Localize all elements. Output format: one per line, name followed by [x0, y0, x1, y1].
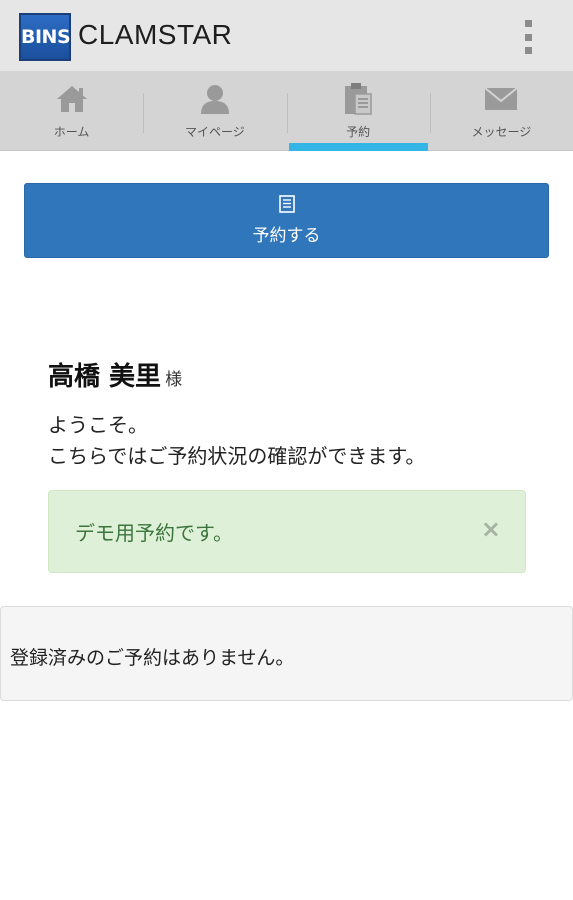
- honorific: 様: [165, 370, 183, 390]
- close-icon[interactable]: ×: [481, 515, 501, 543]
- welcome-line-1: ようこそ。: [48, 413, 148, 437]
- demo-alert: デモ用予約です。 ×: [48, 490, 526, 573]
- demo-alert-message: デモ用予約です。: [75, 521, 233, 545]
- clipboard-icon: [338, 81, 378, 117]
- tab-messages[interactable]: メッセージ: [429, 71, 573, 151]
- tab-bar: ホーム マイページ 予約 メッセージ: [0, 71, 573, 151]
- tab-mypage[interactable]: マイページ: [143, 71, 286, 151]
- welcome-line-2: こちらではご予約状況の確認ができます。: [48, 444, 426, 468]
- person-icon: [195, 81, 235, 117]
- reservations-panel: 登録済みのご予約はありません。: [0, 606, 573, 701]
- overflow-menu-icon[interactable]: [516, 18, 540, 56]
- user-name: 高橋 美里: [48, 362, 162, 392]
- app-bar: BINS CLAMSTAR: [0, 0, 573, 71]
- tab-messages-label: メッセージ: [471, 125, 532, 139]
- book-button[interactable]: 予約する: [24, 183, 549, 258]
- user-name-heading: 高橋 美里様: [48, 356, 182, 393]
- book-button-label: 予約する: [252, 226, 321, 246]
- app-title: CLAMSTAR: [78, 19, 233, 50]
- list-icon: [278, 195, 296, 217]
- home-icon: [52, 81, 92, 117]
- no-reservations-message: 登録済みのご予約はありません。: [10, 647, 295, 669]
- tab-home-label: ホーム: [53, 125, 90, 139]
- welcome-text: ようこそ。 こちらではご予約状況の確認ができます。: [48, 410, 425, 472]
- tab-home[interactable]: ホーム: [0, 71, 143, 151]
- bins-logo: BINS: [19, 13, 71, 61]
- envelope-icon: [481, 81, 521, 117]
- tab-mypage-label: マイページ: [184, 125, 245, 139]
- tab-reservation-label: 予約: [346, 125, 371, 139]
- tab-reservation[interactable]: 予約: [286, 71, 430, 151]
